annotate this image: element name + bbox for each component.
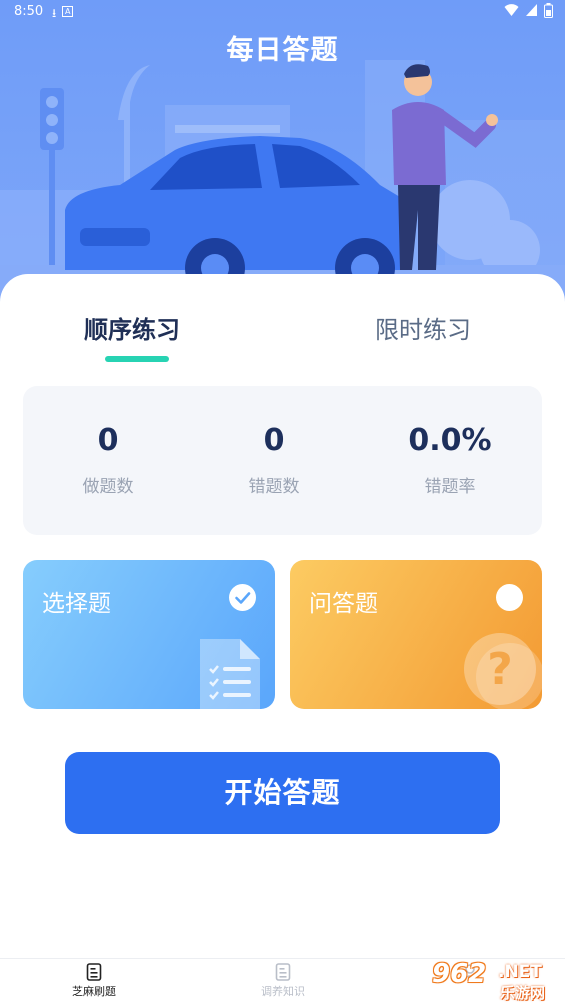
status-right-icons bbox=[504, 3, 553, 18]
multiple-choice-card[interactable]: 选择题 bbox=[23, 560, 275, 709]
check-icon[interactable] bbox=[229, 584, 256, 611]
stat-wrong: 0 错题数 bbox=[189, 423, 359, 498]
nav-item-knowledge[interactable]: 调养知识 bbox=[238, 963, 328, 999]
tab-timed-practice[interactable]: 限时练习 bbox=[375, 310, 471, 345]
main-panel: 顺序练习 限时练习 0 做题数 0 错题数 0.0% 错题率 选择题 问答题 ?… bbox=[0, 274, 565, 958]
bottom-nav: 芝麻刷题 调养知识 962 .NET 乐游网 bbox=[0, 958, 565, 1004]
tab-sequential-practice[interactable]: 顺序练习 bbox=[84, 310, 180, 345]
stat-wrong-value: 0 bbox=[263, 423, 285, 458]
stat-answered-value: 0 bbox=[97, 423, 119, 458]
qa-card[interactable]: 问答题 ? bbox=[290, 560, 542, 709]
signal-icon bbox=[526, 4, 537, 16]
status-left-icons: ⭳ A bbox=[52, 4, 74, 25]
document-icon bbox=[275, 963, 291, 981]
document-icon bbox=[86, 963, 102, 981]
battery-icon bbox=[544, 3, 553, 18]
download-icon: ⭳ bbox=[52, 6, 57, 20]
active-tab-indicator bbox=[105, 356, 169, 362]
site-watermark: 962 .NET 乐游网 bbox=[424, 959, 559, 1004]
nav-item-quiz[interactable]: 芝麻刷题 bbox=[49, 963, 139, 999]
nav-label-quiz: 芝麻刷题 bbox=[72, 985, 116, 998]
stat-error-rate: 0.0% 错题率 bbox=[365, 423, 535, 498]
stat-error-rate-label: 错题率 bbox=[424, 477, 476, 497]
a-icon: A bbox=[62, 6, 74, 17]
radio-circle-icon[interactable] bbox=[496, 584, 523, 611]
status-time: 8:50 bbox=[14, 4, 44, 19]
stat-error-rate-value: 0.0% bbox=[408, 423, 492, 458]
stat-answered: 0 做题数 bbox=[23, 423, 193, 498]
status-bar: 8:50 ⭳ A bbox=[0, 0, 565, 24]
svg-text:?: ? bbox=[487, 644, 513, 695]
multiple-choice-label: 选择题 bbox=[42, 591, 111, 617]
stat-wrong-label: 错题数 bbox=[248, 477, 300, 497]
practice-tabs: 顺序练习 限时练习 bbox=[0, 304, 565, 364]
car-illustration bbox=[0, 60, 565, 310]
watermark-site: 乐游网 bbox=[500, 984, 546, 1002]
watermark-net: .NET bbox=[498, 962, 542, 982]
document-list-icon bbox=[200, 639, 260, 709]
qa-label: 问答题 bbox=[309, 591, 378, 617]
watermark-number: 962 bbox=[432, 959, 487, 989]
start-answering-button[interactable]: 开始答题 bbox=[65, 752, 500, 834]
wifi-icon bbox=[504, 4, 519, 16]
stats-panel: 0 做题数 0 错题数 0.0% 错题率 bbox=[23, 386, 542, 535]
question-mark-icon: ? bbox=[464, 633, 542, 709]
stat-answered-label: 做题数 bbox=[82, 477, 134, 497]
nav-label-knowledge: 调养知识 bbox=[261, 985, 305, 998]
hero-header: 8:50 ⭳ A 每日答题 bbox=[0, 0, 565, 310]
